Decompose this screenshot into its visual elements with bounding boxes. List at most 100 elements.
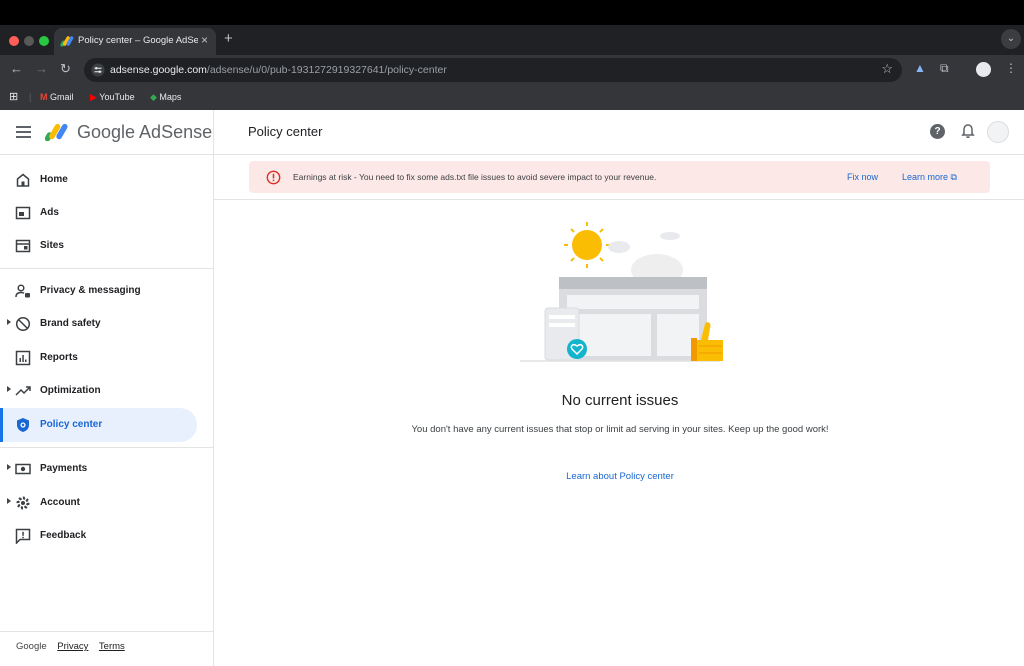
- sidebar-divider: [0, 268, 213, 269]
- shield-icon: [17, 418, 29, 432]
- sidebar-item-home[interactable]: Home: [0, 163, 197, 197]
- sidebar-item-privacy[interactable]: Privacy & messaging: [0, 274, 197, 308]
- error-icon: [266, 170, 281, 185]
- close-window-button[interactable]: [9, 36, 19, 46]
- site-info-icon[interactable]: [91, 63, 105, 77]
- youtube-icon: ▶: [90, 92, 100, 102]
- banner-message: Earnings at risk - You need to fix some …: [293, 172, 657, 182]
- sidebar-item-optimization[interactable]: Optimization: [0, 374, 197, 408]
- learn-about-policy-center-link[interactable]: Learn about Policy center: [520, 471, 720, 482]
- ads-icon: [15, 206, 31, 220]
- url-host: adsense.google.com: [110, 64, 207, 76]
- extension-ads-icon[interactable]: ▲: [914, 61, 926, 75]
- gmail-icon: M: [40, 92, 50, 102]
- sidebar-item-brand-safety[interactable]: Brand safety: [0, 307, 197, 341]
- sidebar-divider: [0, 631, 213, 632]
- maps-icon: ◆: [150, 92, 160, 102]
- sidebar-item-label: Account: [40, 497, 80, 508]
- sidebar-item-ads[interactable]: Ads: [0, 196, 197, 230]
- empty-state-description: You don't have any current issues that s…: [411, 424, 829, 435]
- privacy-icon: [15, 284, 30, 298]
- expand-caret-icon[interactable]: [7, 464, 11, 470]
- no-issues-illustration: [520, 222, 723, 362]
- help-icon[interactable]: ?: [930, 124, 945, 139]
- sidebar: Home Ads Sites Privacy & messaging Brand…: [0, 155, 214, 666]
- apps-grid-icon[interactable]: ⊞: [9, 90, 18, 103]
- browser-tab[interactable]: Policy center – Google AdSense ×: [54, 28, 216, 55]
- fix-now-link[interactable]: Fix now: [847, 172, 878, 182]
- open-in-new-icon: ⧉: [950, 172, 957, 182]
- sidebar-item-label: Brand safety: [40, 318, 101, 329]
- bookmark-gmail[interactable]: M Gmail: [40, 92, 74, 102]
- minimize-window-button[interactable]: [24, 36, 34, 46]
- bookmark-star-icon[interactable]: ☆: [881, 61, 893, 77]
- browser-menu-icon[interactable]: ⋮: [1005, 61, 1017, 75]
- bookmark-gmail-label: Gmail: [50, 92, 74, 102]
- trending-icon: [15, 386, 31, 396]
- sidebar-item-policy-center[interactable]: Policy center: [0, 408, 197, 442]
- tab-title: Policy center – Google AdSense: [78, 35, 198, 46]
- url-path: /adsense/u/0/pub-1931272919327641/policy…: [206, 64, 447, 76]
- sidebar-item-account[interactable]: Account: [0, 486, 197, 520]
- sidebar-item-payments[interactable]: Payments: [0, 452, 197, 486]
- brand-name: Google AdSense: [77, 122, 213, 142]
- sidebar-item-label: Privacy & messaging: [40, 285, 141, 296]
- bookmarks-bar: ⊞ | M Gmail ▶ YouTube ◆ Maps: [0, 85, 1024, 110]
- footer-google: Google: [16, 641, 47, 652]
- forward-icon[interactable]: →: [35, 61, 48, 76]
- profile-avatar[interactable]: [976, 62, 991, 77]
- sidebar-item-label: Ads: [40, 207, 59, 218]
- home-icon: [16, 173, 30, 187]
- bookmark-separator: |: [29, 92, 32, 102]
- tab-search-button[interactable]: ⌄: [1001, 29, 1021, 49]
- adsense-app: Google AdSense Policy center ? Home Ads …: [0, 110, 1024, 666]
- footer-terms-link[interactable]: Terms: [99, 641, 125, 652]
- bookmark-youtube[interactable]: ▶ YouTube: [90, 92, 135, 103]
- menu-icon[interactable]: [16, 126, 31, 138]
- expand-caret-icon[interactable]: [7, 319, 11, 325]
- gear-icon: [16, 496, 30, 510]
- footer-privacy-link[interactable]: Privacy: [57, 641, 88, 652]
- bookmark-maps[interactable]: ◆ Maps: [150, 92, 181, 103]
- extensions-icon[interactable]: ⧉: [940, 61, 949, 76]
- screen-top-bar: [0, 0, 1024, 25]
- sidebar-item-feedback[interactable]: Feedback: [0, 519, 197, 553]
- learn-more-link[interactable]: Learn more ⧉: [902, 172, 957, 183]
- content-divider: [214, 199, 1024, 200]
- sidebar-item-label: Feedback: [40, 530, 87, 541]
- bookmark-youtube-label: YouTube: [99, 92, 135, 102]
- url-text: adsense.google.com/adsense/u/0/pub-19312…: [110, 64, 447, 76]
- empty-state-title: No current issues: [561, 392, 679, 409]
- address-bar[interactable]: adsense.google.com/adsense/u/0/pub-19312…: [84, 58, 902, 82]
- learn-more-label: Learn more: [902, 172, 949, 182]
- new-tab-button[interactable]: +: [224, 30, 233, 47]
- zoom-window-button[interactable]: [39, 36, 49, 46]
- sidebar-item-label: Sites: [40, 240, 64, 251]
- sites-icon: [15, 239, 31, 253]
- app-header: Google AdSense Policy center ?: [0, 110, 1024, 155]
- sidebar-item-label: Home: [40, 174, 68, 185]
- sidebar-item-label: Policy center: [40, 419, 103, 430]
- back-icon[interactable]: ←: [10, 61, 23, 76]
- tab-close-icon[interactable]: ×: [201, 33, 208, 47]
- bookmark-maps-label: Maps: [159, 92, 182, 102]
- sidebar-item-label: Optimization: [40, 385, 101, 396]
- payments-icon: [15, 463, 31, 475]
- sidebar-footer: Google Privacy Terms: [16, 641, 133, 652]
- expand-caret-icon[interactable]: [7, 386, 11, 392]
- sidebar-item-reports[interactable]: Reports: [0, 341, 197, 375]
- account-avatar[interactable]: [987, 121, 1009, 143]
- sidebar-divider: [0, 447, 213, 448]
- sidebar-item-sites[interactable]: Sites: [0, 229, 197, 263]
- sidebar-item-label: Payments: [40, 463, 88, 474]
- reports-icon: [15, 350, 31, 366]
- page-title: Policy center: [248, 124, 323, 139]
- adsense-favicon-icon: [60, 36, 74, 47]
- feedback-icon: [15, 528, 31, 544]
- block-icon: [15, 316, 31, 332]
- notifications-icon[interactable]: [960, 123, 976, 139]
- sidebar-item-label: Reports: [40, 352, 78, 363]
- reload-icon[interactable]: ↻: [60, 61, 71, 77]
- expand-caret-icon[interactable]: [7, 498, 11, 504]
- adsense-logo-icon: [45, 123, 68, 141]
